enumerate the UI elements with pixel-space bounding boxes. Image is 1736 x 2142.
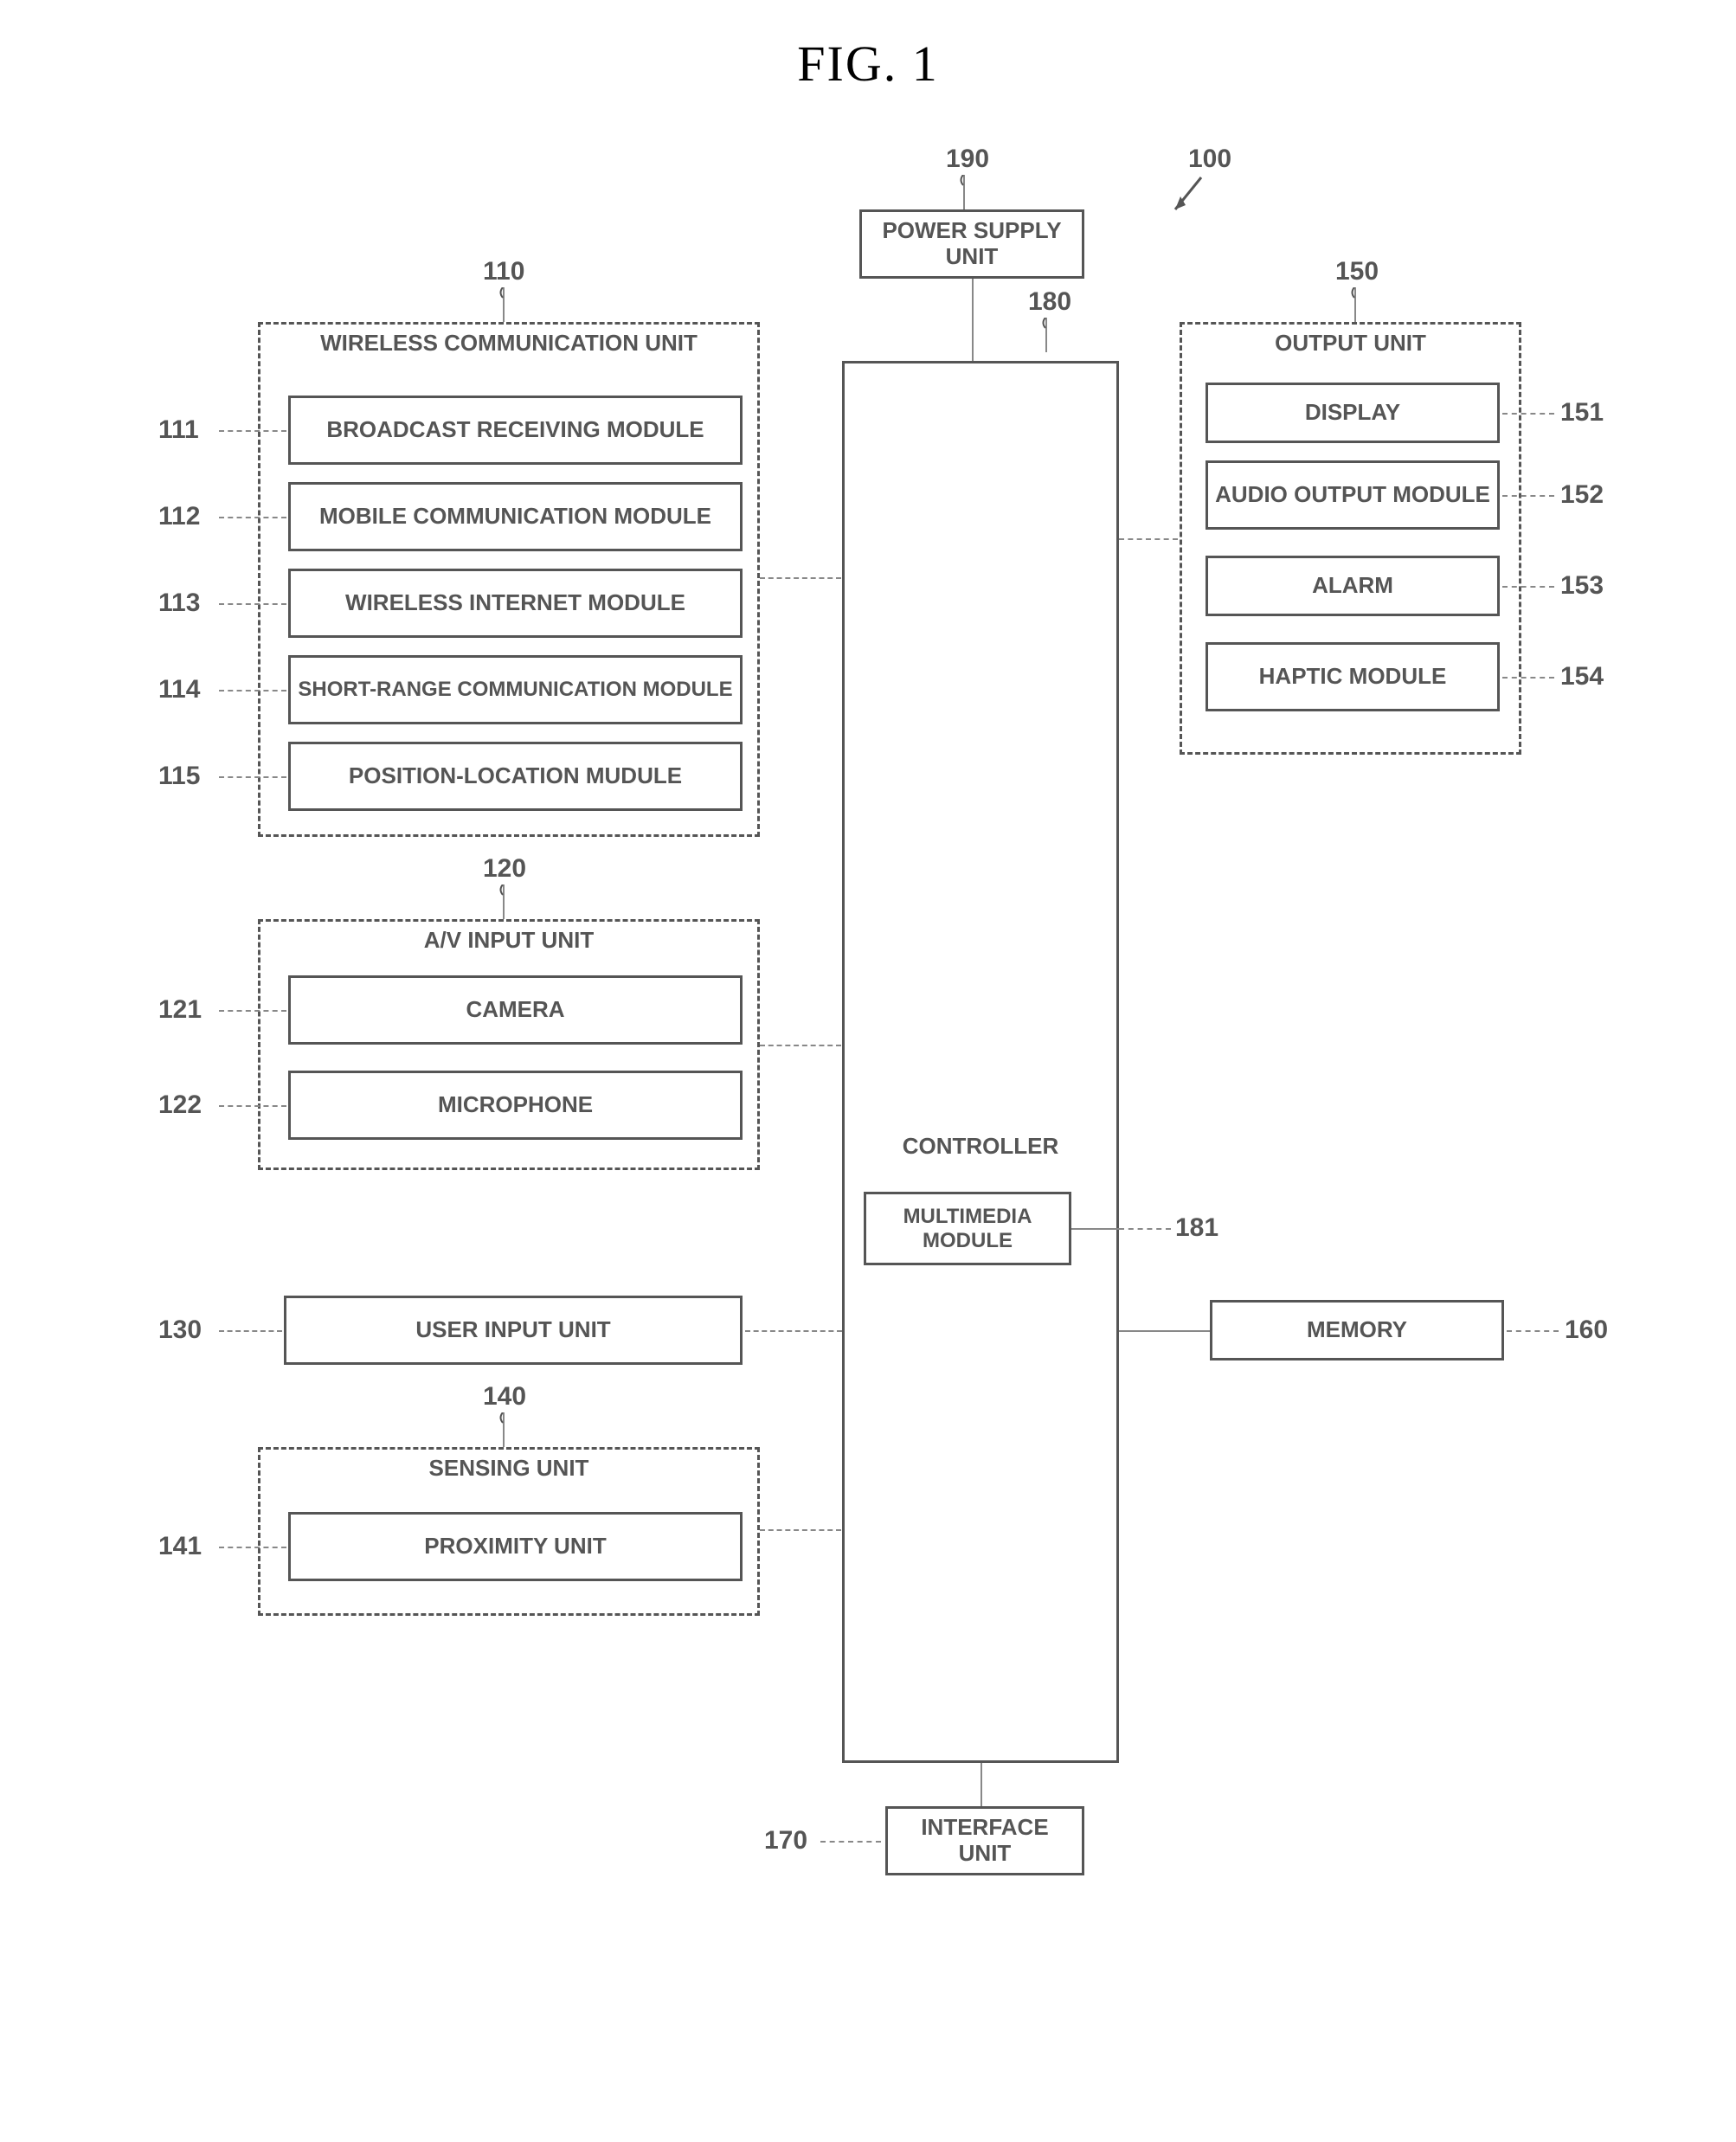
hook-120-icon xyxy=(498,884,509,919)
ref-151: 151 xyxy=(1560,398,1604,428)
display-box: DISPLAY xyxy=(1206,383,1500,443)
ref-111: 111 xyxy=(158,415,199,445)
microphone-box: MICROPHONE xyxy=(288,1071,743,1140)
alarm-box: ALARM xyxy=(1206,556,1500,616)
ref-170: 170 xyxy=(764,1826,807,1856)
hook-140-icon xyxy=(498,1412,509,1447)
ref-114: 114 xyxy=(158,675,200,704)
ref-130: 130 xyxy=(158,1315,202,1345)
ref-120: 120 xyxy=(483,854,526,884)
ref-190: 190 xyxy=(946,145,989,174)
ref-122: 122 xyxy=(158,1090,202,1120)
position-box: POSITION-LOCATION MUDULE xyxy=(288,742,743,811)
broadcast-box: BROADCAST RECEIVING MODULE xyxy=(288,396,743,465)
output-title: OUTPUT UNIT xyxy=(1180,331,1521,357)
ref-180: 180 xyxy=(1028,287,1071,317)
ref-141: 141 xyxy=(158,1532,202,1561)
ref-181: 181 xyxy=(1175,1213,1218,1243)
controller-label: CONTROLLER xyxy=(903,1134,1059,1160)
ref-110: 110 xyxy=(483,257,524,286)
multimedia-box: MULTIMEDIA MODULE xyxy=(864,1192,1071,1265)
wireless-internet-box: WIRELESS INTERNET MODULE xyxy=(288,569,743,638)
block-diagram: 100 190 POWER SUPPLY UNIT 180 CONTROLLER… xyxy=(132,145,1604,1962)
camera-box: CAMERA xyxy=(288,975,743,1045)
ref-150: 150 xyxy=(1335,257,1379,286)
ref-153: 153 xyxy=(1560,571,1604,601)
ref-154: 154 xyxy=(1560,662,1604,691)
short-range-box: SHORT-RANGE COMMUNICATION MODULE xyxy=(288,655,743,724)
ref-152: 152 xyxy=(1560,480,1604,510)
hook-150-icon xyxy=(1350,287,1360,322)
ref-100: 100 xyxy=(1188,145,1231,174)
ref-160: 160 xyxy=(1565,1315,1608,1345)
arrow-100-icon xyxy=(1167,170,1218,222)
memory-box: MEMORY xyxy=(1210,1300,1504,1360)
audio-output-box: AUDIO OUTPUT MODULE xyxy=(1206,460,1500,530)
wireless-comm-title: WIRELESS COMMUNICATION UNIT xyxy=(258,331,760,357)
ref-115: 115 xyxy=(158,762,200,791)
hook-110-icon xyxy=(498,287,509,322)
figure-title: FIG. 1 xyxy=(35,35,1701,93)
user-input-box: USER INPUT UNIT xyxy=(284,1296,743,1365)
controller-box: CONTROLLER xyxy=(842,361,1119,1763)
ref-121: 121 xyxy=(158,995,202,1025)
proximity-box: PROXIMITY UNIT xyxy=(288,1512,743,1581)
ref-113: 113 xyxy=(158,589,200,618)
hook-180-icon xyxy=(1041,318,1051,361)
ref-112: 112 xyxy=(158,502,200,531)
sensing-title: SENSING UNIT xyxy=(258,1456,760,1482)
ref-140: 140 xyxy=(483,1382,526,1412)
power-supply-box: POWER SUPPLY UNIT xyxy=(859,209,1084,279)
av-input-title: A/V INPUT UNIT xyxy=(258,928,760,954)
mobilecomm-box: MOBILE COMMUNICATION MODULE xyxy=(288,482,743,551)
interface-box: INTERFACE UNIT xyxy=(885,1806,1084,1875)
haptic-box: HAPTIC MODULE xyxy=(1206,642,1500,711)
